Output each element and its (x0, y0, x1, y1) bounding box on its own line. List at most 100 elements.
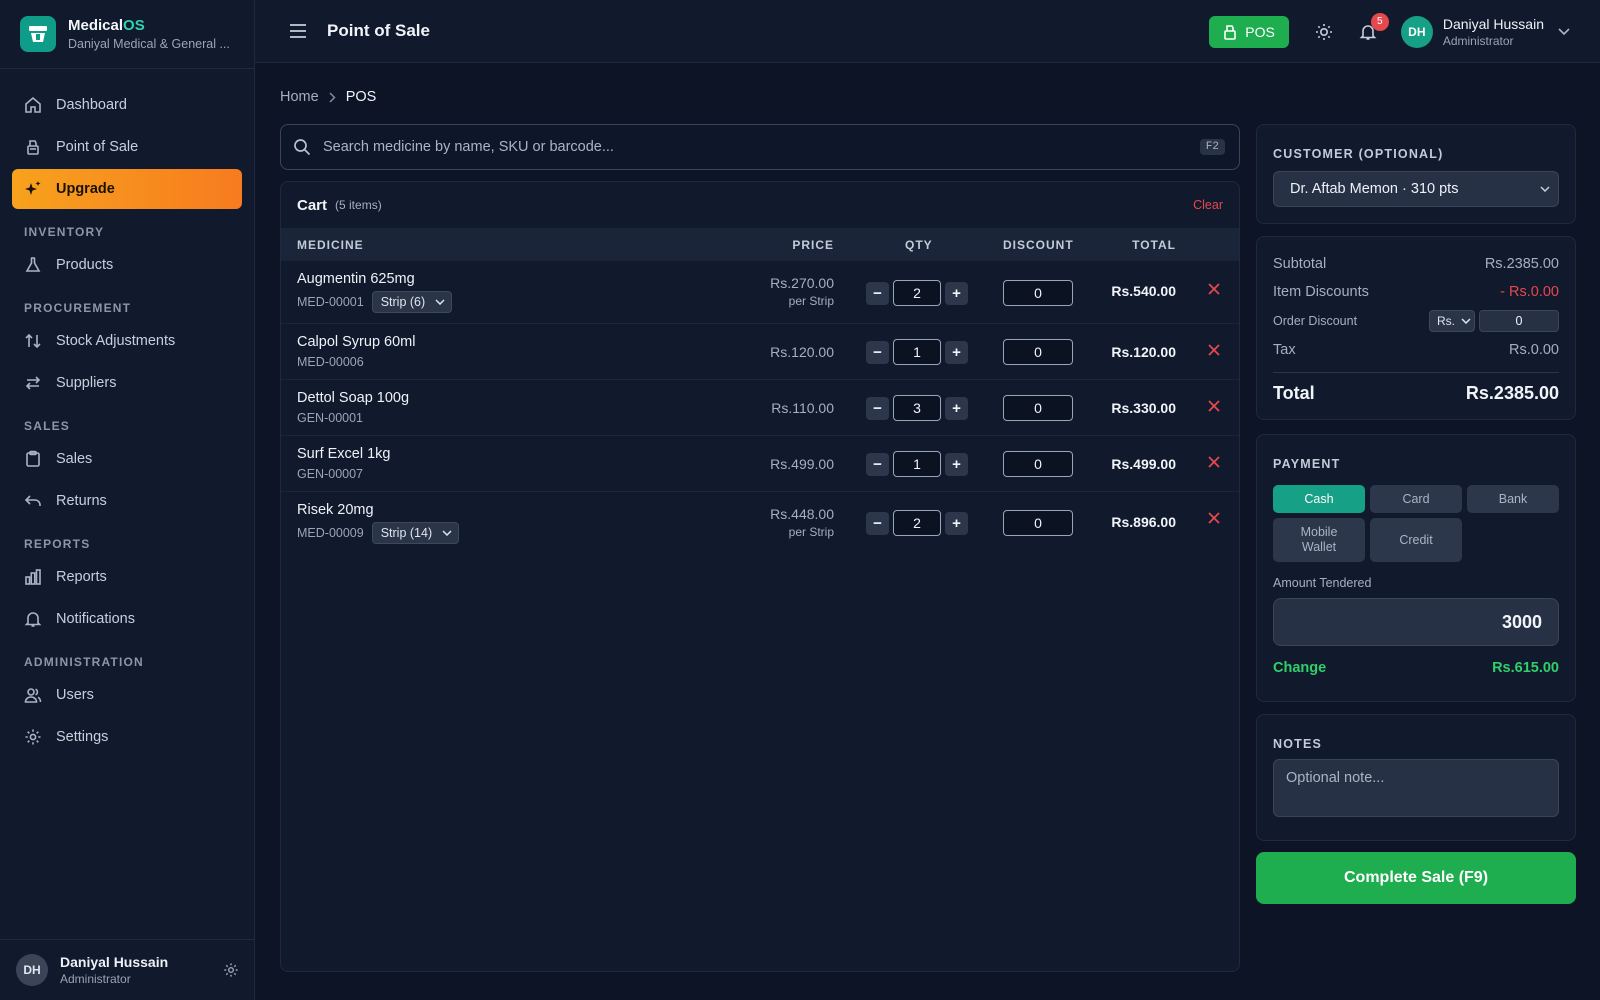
change-row: Change Rs.615.00 (1273, 660, 1559, 676)
remove-item-icon[interactable] (1208, 344, 1220, 356)
subtotal-row: Subtotal Rs.2385.00 (1273, 250, 1559, 278)
cart-panel: Cart (5 items) Clear MEDICINE PRICE QTY … (280, 181, 1240, 972)
sun-icon[interactable] (1315, 23, 1333, 41)
decrease-qty-button[interactable]: − (866, 511, 889, 535)
customer-select-value: Dr. Aftab Memon · 310 pts (1290, 181, 1459, 197)
discount-input[interactable] (1003, 451, 1073, 477)
sidebar-item-settings[interactable]: Settings (12, 717, 242, 757)
notes-field[interactable] (1273, 759, 1559, 817)
unit-price: Rs.448.00 per Strip (770, 506, 834, 539)
quantity-input[interactable] (893, 280, 941, 306)
quantity-input[interactable] (893, 510, 941, 536)
remove-item-icon[interactable] (1208, 456, 1220, 468)
sidebar-item-upgrade[interactable]: Upgrade (12, 169, 242, 209)
sku-text: MED-00001 (297, 295, 364, 309)
decrease-qty-button[interactable]: − (866, 340, 889, 364)
payment-method-mobile-wallet[interactable]: Mobile Wallet (1273, 518, 1365, 562)
remove-item-icon[interactable] (1208, 512, 1220, 524)
payment-method-cash[interactable]: Cash (1273, 485, 1365, 513)
column-qty: QTY (905, 237, 933, 252)
unit-select[interactable]: Strip (6) (371, 291, 453, 313)
notification-badge: 5 (1370, 12, 1389, 31)
unit-select-value: Strip (14) (380, 526, 433, 540)
sidebar-item-stock-adjustments[interactable]: Stock Adjustments (12, 321, 242, 361)
gear-icon (24, 728, 44, 746)
decrease-qty-button[interactable]: − (866, 281, 889, 305)
order-discount-input[interactable] (1479, 310, 1559, 332)
increase-qty-button[interactable]: + (945, 281, 968, 305)
subtotal-label: Subtotal (1273, 256, 1327, 272)
sidebar-item-products[interactable]: Products (12, 245, 242, 285)
topbar: Point of Sale POS 5 DH Daniyal Hussain A… (255, 0, 1600, 63)
discount-input[interactable] (1003, 510, 1073, 536)
amount-tendered-input[interactable] (1273, 598, 1559, 646)
quantity-input[interactable] (893, 339, 941, 365)
swap-arrows-icon (24, 374, 44, 392)
sidebar-item-reports[interactable]: Reports (12, 557, 242, 597)
discount-input[interactable] (1003, 339, 1073, 365)
increase-qty-button[interactable]: + (945, 452, 968, 476)
brand[interactable]: MedicalOS Daniyal Medical & General ... (0, 0, 254, 69)
decrease-qty-button[interactable]: − (866, 396, 889, 420)
sidebar-item-suppliers[interactable]: Suppliers (12, 363, 242, 403)
sidebar-user-role: Administrator (60, 972, 131, 986)
sidebar-item-notifications[interactable]: Notifications (12, 599, 242, 639)
price-value: Rs.270.00 (770, 275, 834, 291)
remove-item-icon[interactable] (1208, 400, 1220, 412)
up-down-arrows-icon (24, 332, 44, 350)
user-menu[interactable]: DH Daniyal Hussain Administrator (1400, 15, 1570, 48)
payment-method-card[interactable]: Card (1370, 485, 1462, 513)
tax-value: Rs.0.00 (1509, 342, 1559, 358)
sidebar-item-label: Settings (56, 729, 109, 745)
search-bar: F2 (280, 124, 1240, 170)
sidebar-item-point-of-sale[interactable]: Point of Sale (12, 127, 242, 167)
unit-select[interactable]: Strip (14) (371, 522, 460, 544)
sidebar-user[interactable]: DH Daniyal Hussain Administrator (0, 939, 255, 1000)
quantity-input[interactable] (893, 395, 941, 421)
sidebar-item-label: Notifications (56, 611, 135, 627)
sku-text: MED-00009 (297, 526, 364, 540)
payment-method-credit[interactable]: Credit (1370, 518, 1462, 562)
decrease-qty-button[interactable]: − (866, 452, 889, 476)
search-shortcut-badge: F2 (1199, 139, 1225, 155)
price-value: Rs.110.00 (771, 400, 834, 416)
notifications-bell-icon[interactable]: 5 (1359, 12, 1389, 41)
unit-price: Rs.270.00 per Strip (770, 275, 834, 308)
pos-button[interactable]: POS (1209, 15, 1289, 48)
sidebar-item-label: Upgrade (56, 181, 115, 197)
discount-input[interactable] (1003, 395, 1073, 421)
medicine-name: Surf Excel 1kg (297, 446, 391, 462)
sidebar-item-dashboard[interactable]: Dashboard (12, 85, 242, 125)
sidebar-item-returns[interactable]: Returns (12, 481, 242, 521)
total-row: Total Rs.2385.00 (1273, 372, 1559, 404)
sidebar-item-sales[interactable]: Sales (12, 439, 242, 479)
discount-type-select[interactable]: Rs. (1429, 310, 1475, 332)
chevron-down-icon (1540, 186, 1550, 192)
discount-input[interactable] (1003, 280, 1073, 306)
search-input[interactable] (323, 139, 1200, 155)
clear-cart-button[interactable]: Clear (1193, 198, 1223, 212)
column-discount: DISCOUNT (1003, 237, 1074, 252)
notes-label: NOTES (1273, 737, 1323, 751)
sidebar-item-users[interactable]: Users (12, 675, 242, 715)
brand-name: MedicalOS (68, 17, 145, 34)
increase-qty-button[interactable]: + (945, 511, 968, 535)
unit-price: Rs.499.00 (770, 456, 834, 472)
remove-item-icon[interactable] (1208, 283, 1220, 295)
avatar: DH (16, 954, 48, 986)
sidebar-item-label: Returns (56, 493, 107, 509)
quantity-stepper: − + (866, 339, 968, 365)
unit-price: Rs.120.00 (770, 344, 834, 360)
chevron-down-icon (1461, 318, 1471, 324)
breadcrumb-home[interactable]: Home (280, 89, 319, 105)
quantity-input[interactable] (893, 451, 941, 477)
price-per-unit: per Strip (788, 525, 834, 539)
increase-qty-button[interactable]: + (945, 396, 968, 420)
payment-method-bank[interactable]: Bank (1467, 485, 1559, 513)
increase-qty-button[interactable]: + (945, 340, 968, 364)
hamburger-menu-icon[interactable] (289, 23, 307, 39)
customer-select[interactable]: Dr. Aftab Memon · 310 pts (1273, 171, 1559, 207)
gear-icon[interactable] (223, 962, 239, 978)
row-total: Rs.499.00 (1111, 456, 1176, 472)
complete-sale-button[interactable]: Complete Sale (F9) (1256, 852, 1576, 904)
